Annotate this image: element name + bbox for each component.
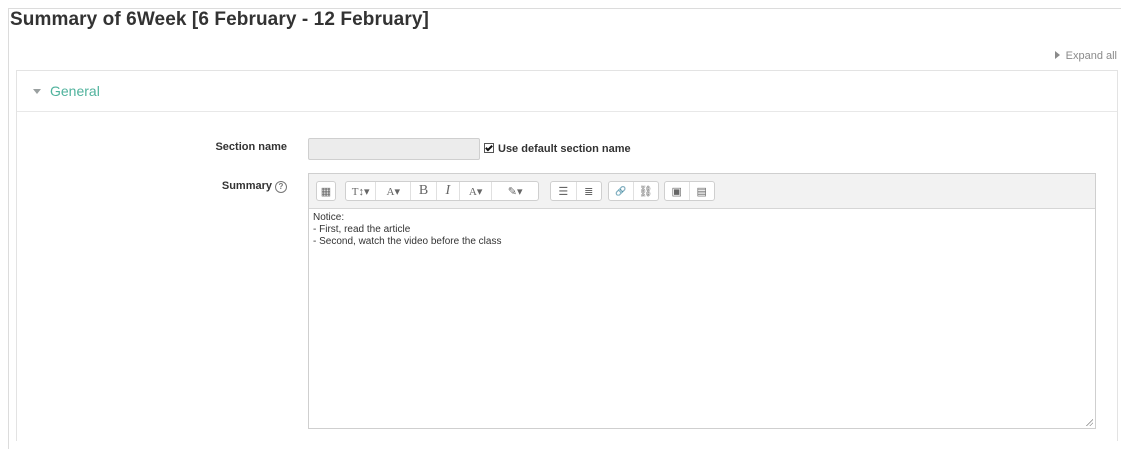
- editor-toolbar: ▦ T↕▾ A▾ B I A▾ ✎▾ ☰ ≣ 🔗 ⛓ ▣ ▤: [309, 174, 1095, 209]
- resize-handle-icon[interactable]: [1085, 418, 1093, 426]
- toolbar-group-4: 🔗 ⛓: [608, 181, 659, 201]
- page-title: Summary of 6Week [6 February - 12 Februa…: [10, 9, 429, 30]
- link-icon[interactable]: 🔗: [609, 182, 634, 200]
- caret-down-icon: [33, 89, 41, 94]
- text-style-icon[interactable]: A▾: [376, 182, 412, 200]
- section-name-input[interactable]: [308, 138, 480, 160]
- content-line: - Second, watch the video before the cla…: [313, 236, 502, 247]
- toolbar-group-3: ☰ ≣: [550, 181, 602, 201]
- editor-content[interactable]: Notice: - First, read the article - Seco…: [313, 212, 501, 248]
- bold-icon[interactable]: B: [411, 182, 437, 200]
- checkbox-checked-icon[interactable]: [484, 143, 494, 153]
- fieldset-header: General: [17, 71, 1117, 112]
- help-icon[interactable]: ?: [275, 181, 287, 193]
- content-line: Notice:: [313, 212, 345, 223]
- paragraph-styles-icon[interactable]: T↕▾: [346, 182, 377, 200]
- toolbar-group-2: T↕▾ A▾ B I A▾ ✎▾: [345, 181, 539, 201]
- general-legend: General: [50, 83, 100, 99]
- image-icon[interactable]: ▣: [665, 182, 690, 200]
- unordered-list-icon[interactable]: ☰: [551, 182, 577, 200]
- show-more-buttons-icon[interactable]: ▦: [317, 182, 335, 200]
- unlink-icon[interactable]: ⛓: [634, 182, 658, 200]
- toolbar-group-1: ▦: [316, 181, 336, 201]
- summary-label-row: Summary?: [167, 180, 287, 193]
- use-default-label: Use default section name: [498, 143, 631, 155]
- summary-label: Summary: [221, 180, 272, 192]
- media-icon[interactable]: ▤: [690, 182, 714, 200]
- expand-all-label: Expand all: [1065, 50, 1117, 62]
- general-toggle[interactable]: General: [33, 83, 100, 99]
- ordered-list-icon[interactable]: ≣: [577, 182, 602, 200]
- general-fieldset: General Section name Use default section…: [16, 70, 1118, 441]
- toolbar-group-5: ▣ ▤: [664, 181, 715, 201]
- font-color-icon[interactable]: A▾: [460, 182, 493, 200]
- use-default-checkbox[interactable]: Use default section name: [484, 143, 631, 155]
- content-line: - First, read the article: [313, 224, 411, 235]
- expand-all-link[interactable]: Expand all: [1054, 50, 1117, 62]
- summary-editor: ▦ T↕▾ A▾ B I A▾ ✎▾ ☰ ≣ 🔗 ⛓ ▣ ▤ Notice: -…: [308, 173, 1096, 429]
- italic-icon[interactable]: I: [437, 182, 461, 200]
- section-name-label: Section name: [215, 141, 287, 153]
- background-color-icon[interactable]: ✎▾: [492, 182, 538, 200]
- caret-right-icon: [1054, 51, 1060, 59]
